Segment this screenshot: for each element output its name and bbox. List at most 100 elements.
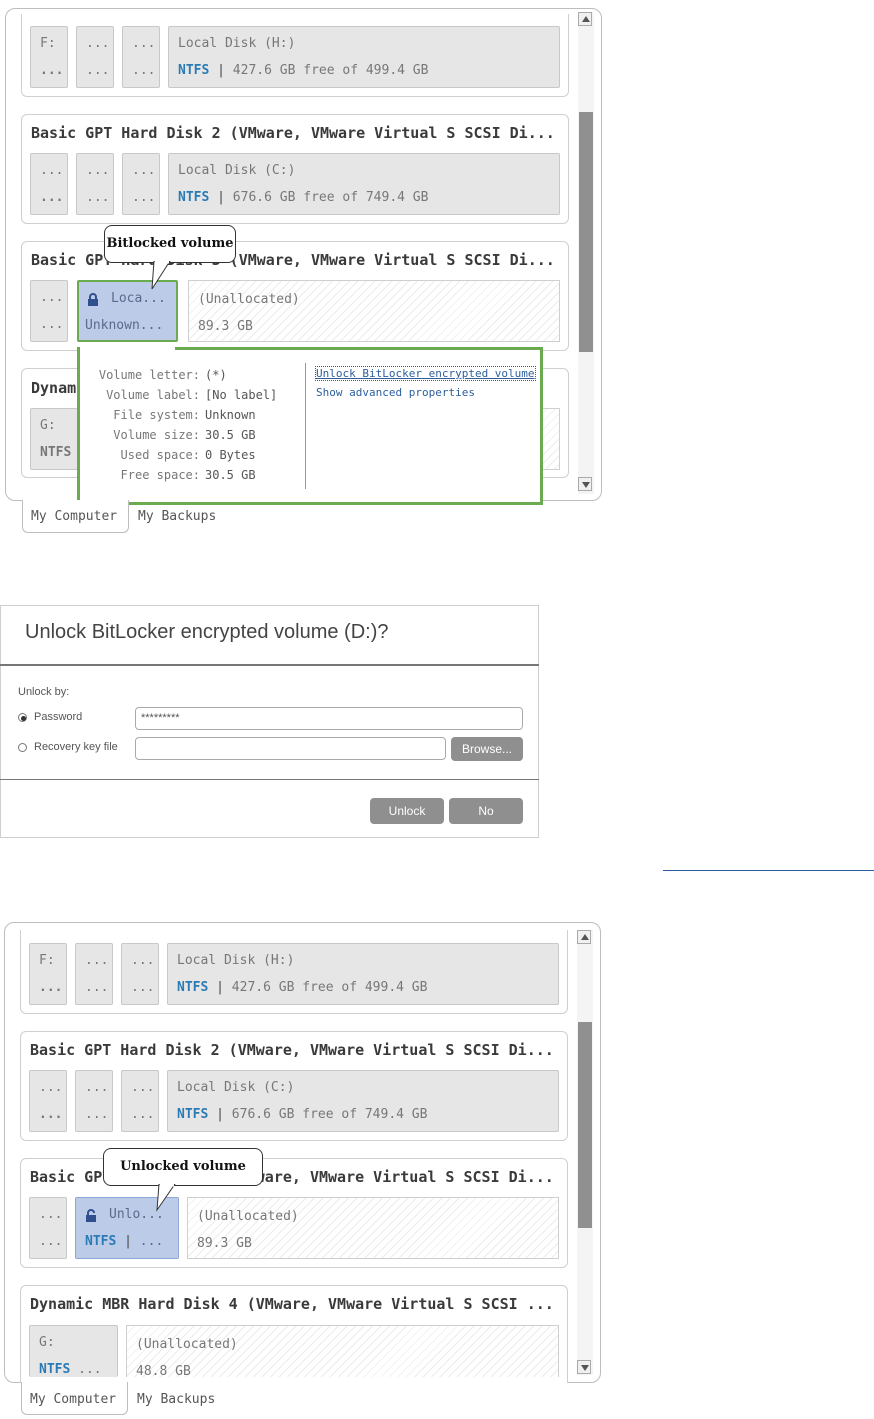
show-advanced-properties-link[interactable]: Show advanced properties [316, 386, 475, 399]
volume-local-disk-h[interactable]: Local Disk (H:) NTFS | 427.6 GB free of … [167, 943, 559, 1005]
volume-info: ... [85, 980, 109, 995]
volume-label: ... [131, 953, 155, 968]
prop-value: 30.5 GB [205, 468, 256, 482]
tab-my-backups[interactable]: My Backups [137, 1392, 215, 1407]
prop-value: 30.5 GB [205, 428, 256, 442]
scroll-down-button[interactable] [578, 477, 592, 491]
file-system: NTFS [178, 190, 210, 205]
disk-title: Dynamic MBR Hard Disk 4 (VMware, VMware … [30, 1295, 554, 1313]
file-system: NTFS [85, 1234, 117, 1249]
prop-label: Free space: [120, 468, 200, 482]
volume-block[interactable]: ... ... [75, 943, 113, 1005]
volume-info-rest: ... [139, 1234, 164, 1249]
volume-info: NTFS ... [39, 1362, 102, 1377]
file-system: NTFS [177, 980, 209, 995]
unallocated-space[interactable]: (Unallocated) 48.8 GB [126, 1325, 559, 1377]
volume-label: ... [40, 290, 64, 305]
unlock-bitlocker-link[interactable]: Unlock BitLocker encrypted volume [315, 366, 536, 381]
volume-label: ... [40, 163, 64, 178]
volume-label: G: [39, 1335, 55, 1350]
decorative-line [663, 870, 874, 871]
separator: | [217, 63, 225, 78]
unallocated-size: 89.3 GB [197, 1236, 252, 1251]
volume-block[interactable]: G: NTFS [30, 408, 78, 470]
volume-label: ... [132, 163, 156, 178]
volume-space: NTFS | 427.6 GB free of 499.4 GB [178, 63, 428, 78]
unallocated-size: 89.3 GB [198, 319, 253, 334]
volume-block[interactable]: ... ... [29, 1197, 67, 1259]
tab-my-computer[interactable]: My Computer [21, 1382, 128, 1415]
scroll-up-button[interactable] [577, 930, 591, 944]
volume-block[interactable]: ... ... [122, 153, 160, 215]
volume-label: ... [86, 36, 110, 51]
scroll-up-button[interactable] [578, 12, 592, 26]
volume-info: ... [86, 63, 110, 78]
unallocated-label: (Unallocated) [197, 1209, 299, 1224]
volume-block[interactable]: ... ... [30, 280, 68, 342]
volume-local-disk-c[interactable]: Local Disk (C:) NTFS | 676.6 GB free of … [167, 1070, 559, 1132]
recovery-key-field[interactable] [135, 737, 446, 760]
browse-button[interactable]: Browse... [451, 737, 523, 761]
volume-label: ... [39, 1207, 63, 1222]
volume-info: Unknown... [85, 318, 164, 333]
scrollbar-thumb[interactable] [579, 112, 593, 352]
volume-block[interactable]: F: ... [29, 943, 67, 1005]
volume-block[interactable]: ... ... [121, 1070, 159, 1132]
separator: | [124, 1234, 132, 1249]
volume-block[interactable]: ... ... [76, 153, 114, 215]
volume-block[interactable]: ... ... [121, 943, 159, 1005]
password-value: ********* [141, 712, 180, 724]
volume-info: ... [39, 1107, 63, 1122]
prop-value: (*) [205, 368, 227, 382]
unlocked-volume-callout: Unlocked volume [103, 1148, 263, 1186]
volume-local-disk-c[interactable]: Local Disk (C:) NTFS | 676.6 GB free of … [168, 153, 560, 215]
free-space: 427.6 GB free of 499.4 GB [231, 980, 428, 995]
disk-title: Basic GPT Hard Disk 2 (VMware, VMware Vi… [31, 124, 555, 142]
free-space: 676.6 GB free of 749.4 GB [232, 190, 429, 205]
volume-local-disk-h[interactable]: Local Disk (H:) NTFS | 427.6 GB free of … [168, 26, 560, 88]
volume-label: ... [132, 36, 156, 51]
volume-name: Local Disk (C:) [178, 163, 296, 178]
callout-pointer [151, 261, 171, 290]
tab-my-computer[interactable]: My Computer [22, 500, 129, 533]
prop-label: Volume size: [113, 428, 200, 442]
volume-block[interactable]: ... ... [122, 26, 160, 88]
volume-block[interactable]: F: ... [30, 26, 68, 88]
volume-label: G: [40, 418, 56, 433]
volume-block[interactable]: ... ... [75, 1070, 113, 1132]
password-radio[interactable] [18, 713, 27, 722]
free-space: 427.6 GB free of 499.4 GB [232, 63, 429, 78]
volume-g[interactable]: G: NTFS ... [29, 1325, 118, 1377]
volume-label: F: [39, 953, 55, 968]
volume-space: NTFS | 676.6 GB free of 749.4 GB [177, 1107, 427, 1122]
file-system: NTFS [178, 63, 210, 78]
unlock-button[interactable]: Unlock [370, 798, 444, 824]
volume-info: NTFS | ... [85, 1234, 163, 1249]
dialog-header-divider [0, 664, 539, 666]
unallocated-size: 48.8 GB [136, 1364, 191, 1377]
volume-info: ... [131, 1107, 155, 1122]
volume-info: ... [85, 1107, 109, 1122]
scroll-down-button[interactable] [577, 1360, 591, 1374]
volume-block[interactable]: ... ... [29, 1070, 67, 1132]
volume-info: ... [132, 63, 156, 78]
volume-block[interactable]: ... ... [30, 153, 68, 215]
volume-space: NTFS | 676.6 GB free of 749.4 GB [178, 190, 428, 205]
unlock-icon [86, 1209, 96, 1222]
volume-info: ... [131, 980, 155, 995]
unallocated-space[interactable]: (Unallocated) 89.3 GB [187, 1197, 559, 1259]
separator: | [216, 1107, 224, 1122]
prop-value: 0 Bytes [205, 448, 256, 462]
volume-label: ... [131, 1080, 155, 1095]
recovery-key-radio[interactable] [18, 743, 27, 752]
file-system: NTFS [40, 445, 72, 460]
volume-label: ... [86, 163, 110, 178]
volume-block[interactable]: ... ... [76, 26, 114, 88]
volume-name: Local Disk (H:) [178, 36, 296, 51]
scrollbar-thumb[interactable] [578, 1022, 592, 1228]
tab-my-backups[interactable]: My Backups [138, 509, 216, 524]
no-button[interactable]: No [449, 798, 523, 824]
volume-label: ... [39, 1080, 63, 1095]
unallocated-space[interactable]: (Unallocated) 89.3 GB [188, 280, 560, 342]
password-field[interactable]: ********* [135, 707, 523, 730]
